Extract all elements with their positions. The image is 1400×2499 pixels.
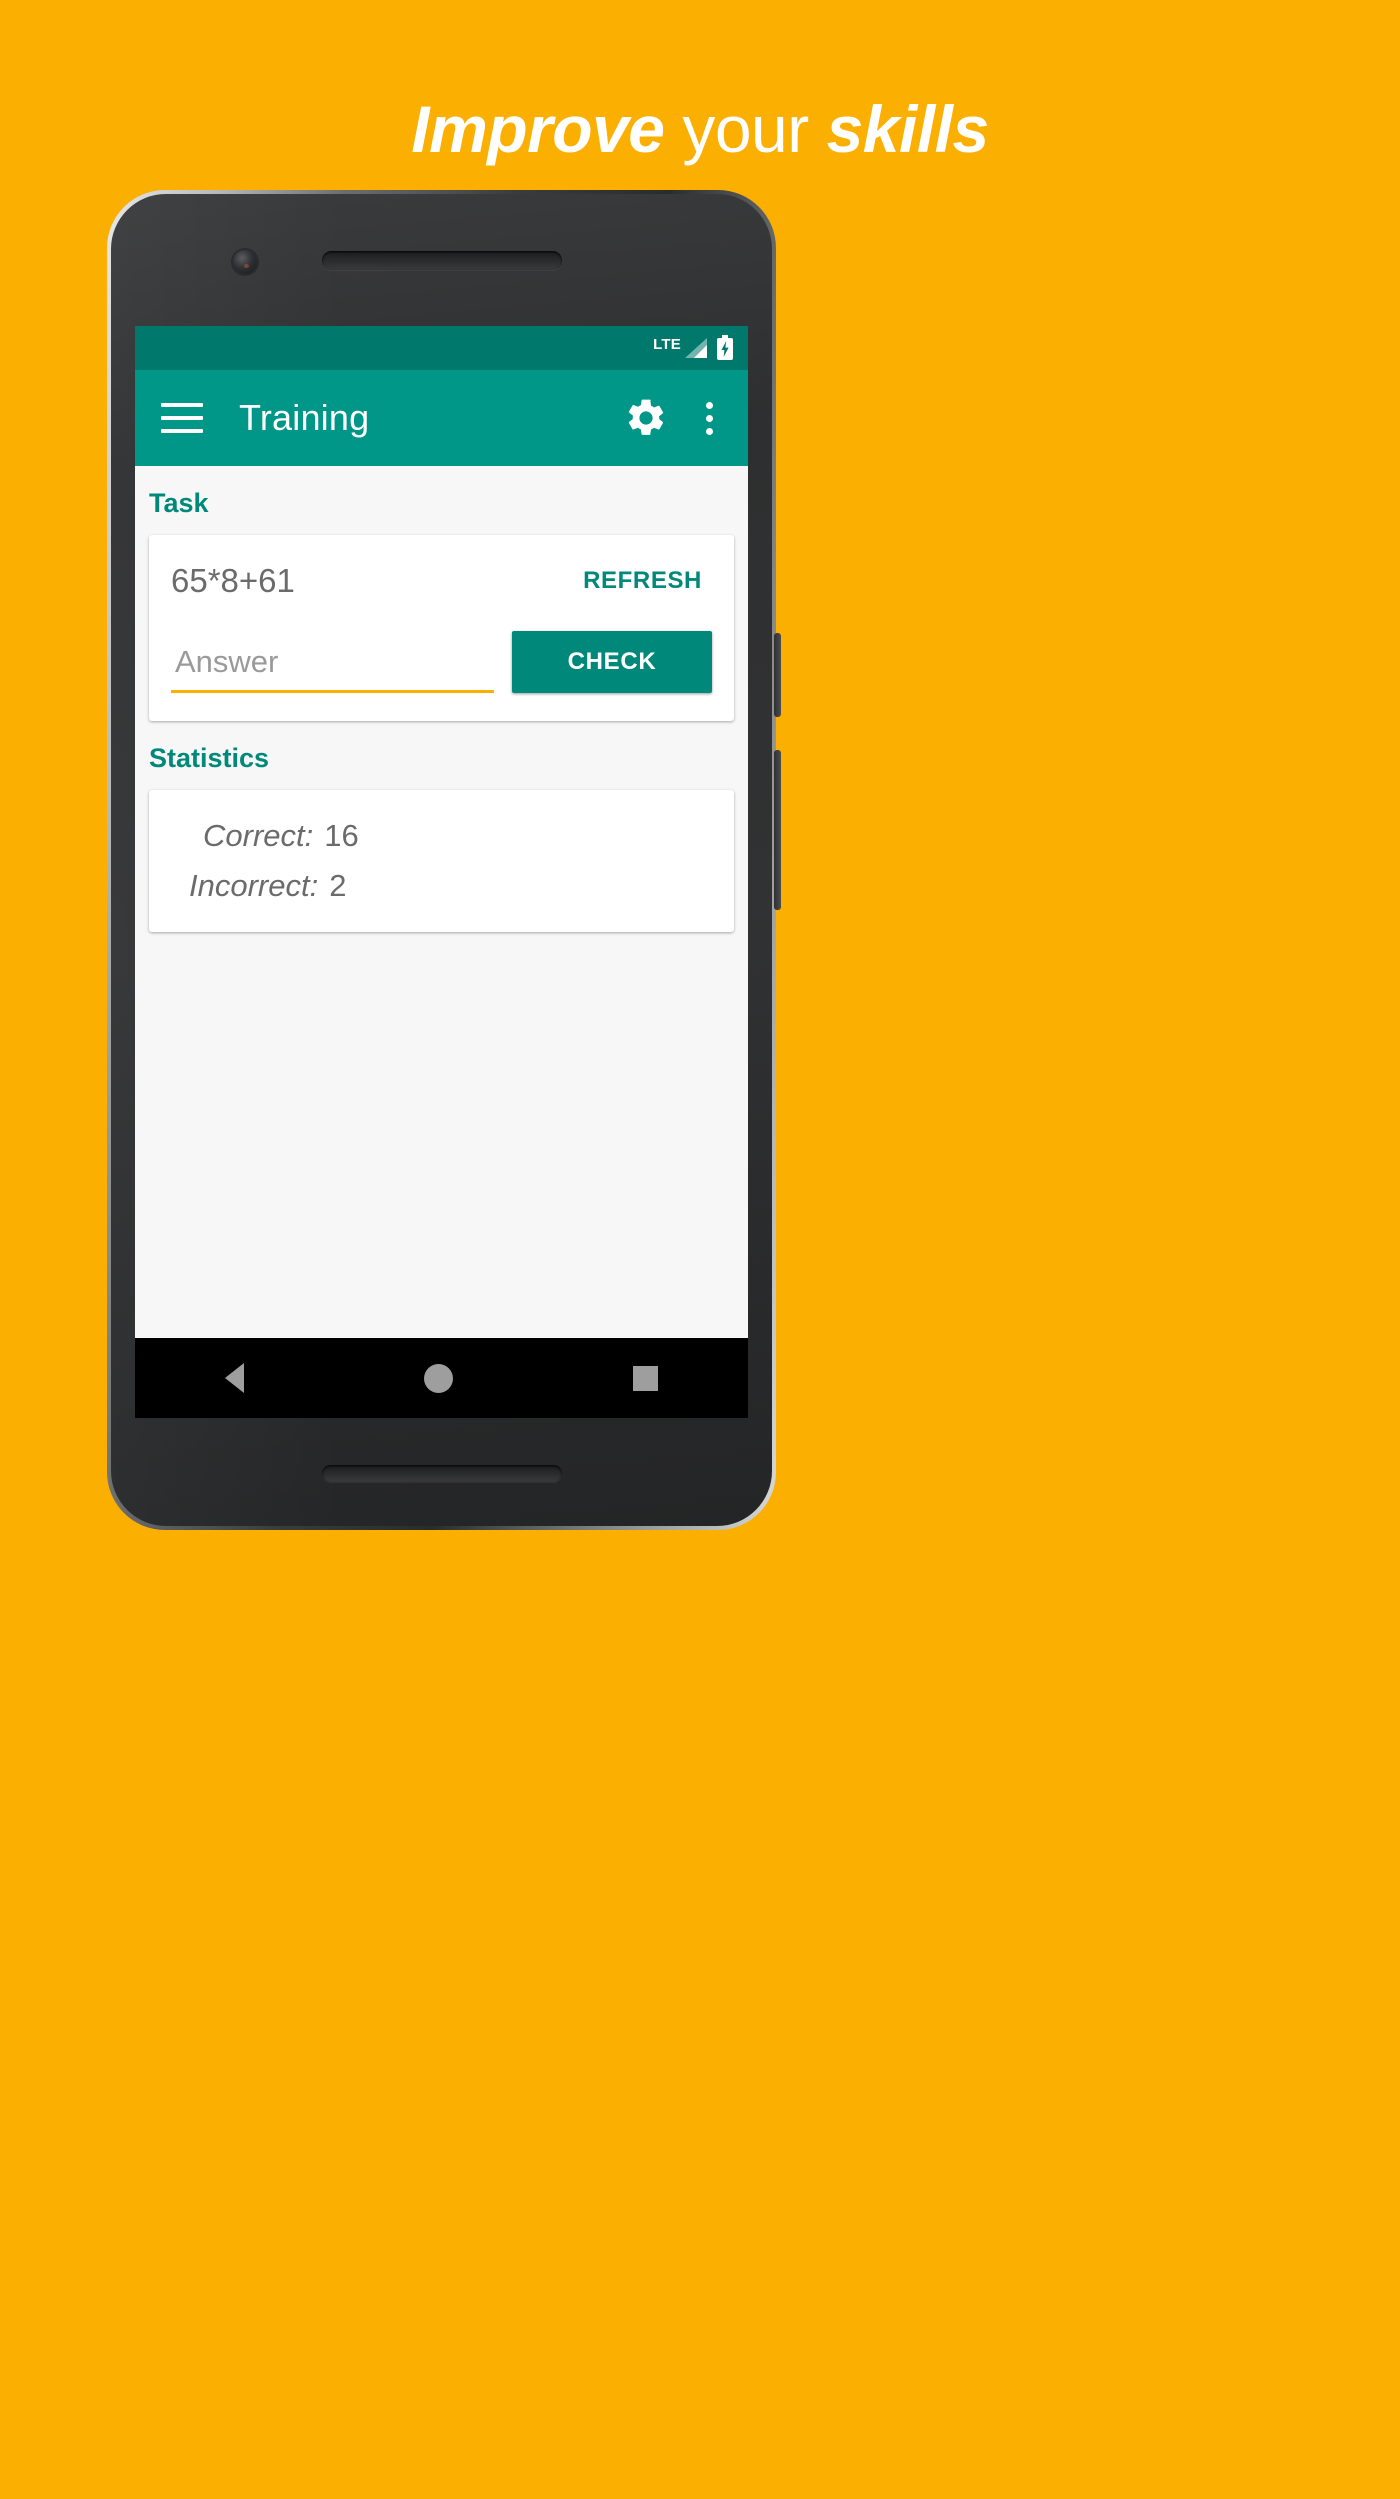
status-bar: LTE <box>135 326 748 370</box>
network-label: LTE <box>653 336 681 353</box>
gear-icon[interactable] <box>624 396 668 440</box>
stat-label-correct: Correct: <box>203 818 314 853</box>
page-title: Training <box>239 397 370 438</box>
promo-headline: Improve your skills <box>0 96 1400 162</box>
refresh-button[interactable]: REFRESH <box>573 561 712 601</box>
headline-normal: your <box>664 92 827 166</box>
android-nav-bar <box>135 1338 748 1418</box>
stat-value-incorrect: 2 <box>329 868 347 903</box>
headline-emphasis-1: Improve <box>411 92 665 166</box>
task-section-label: Task <box>149 488 209 518</box>
more-vertical-icon[interactable] <box>692 396 726 440</box>
phone-mockup: LTE Training Task 65*8+61 REFRESH Answer… <box>107 190 781 1530</box>
nav-home-icon[interactable] <box>424 1363 453 1393</box>
task-card: 65*8+61 REFRESH CHECK <box>149 535 734 721</box>
stat-row-incorrect: Incorrect: 2 <box>171 868 712 904</box>
bottom-speaker <box>322 1465 562 1482</box>
statistics-card: Correct: 16 Incorrect: 2 <box>149 790 734 932</box>
nav-recents-icon[interactable] <box>633 1365 658 1391</box>
task-expression: 65*8+61 <box>171 562 295 599</box>
earpiece-speaker <box>322 251 562 270</box>
phone-screen: LTE Training Task 65*8+61 REFRESH Answer… <box>135 326 748 1418</box>
answer-row: CHECK <box>171 631 712 693</box>
headline-emphasis-2: skills <box>826 92 990 166</box>
front-camera-icon <box>233 250 257 274</box>
stat-row-correct: Correct: 16 <box>171 818 712 854</box>
answer-input[interactable] <box>171 642 494 693</box>
hamburger-menu-icon[interactable] <box>161 403 203 433</box>
task-expression-row: 65*8+61 REFRESH <box>171 561 712 601</box>
battery-charging-icon <box>717 335 733 360</box>
app-bar: Training <box>135 370 748 466</box>
statistics-section-label: Statistics <box>149 743 270 773</box>
volume-button[interactable] <box>774 750 781 910</box>
check-button[interactable]: CHECK <box>512 631 712 693</box>
power-button[interactable] <box>774 633 781 717</box>
signal-bars-icon <box>685 338 707 358</box>
stat-label-incorrect: Incorrect: <box>189 868 319 903</box>
stat-value-correct: 16 <box>324 818 359 853</box>
nav-back-icon[interactable] <box>225 1363 244 1393</box>
screen-content: Task 65*8+61 REFRESH CHECK Statistics Co… <box>135 466 748 1338</box>
answer-field <box>171 642 494 693</box>
network-indicator: LTE <box>653 336 709 360</box>
